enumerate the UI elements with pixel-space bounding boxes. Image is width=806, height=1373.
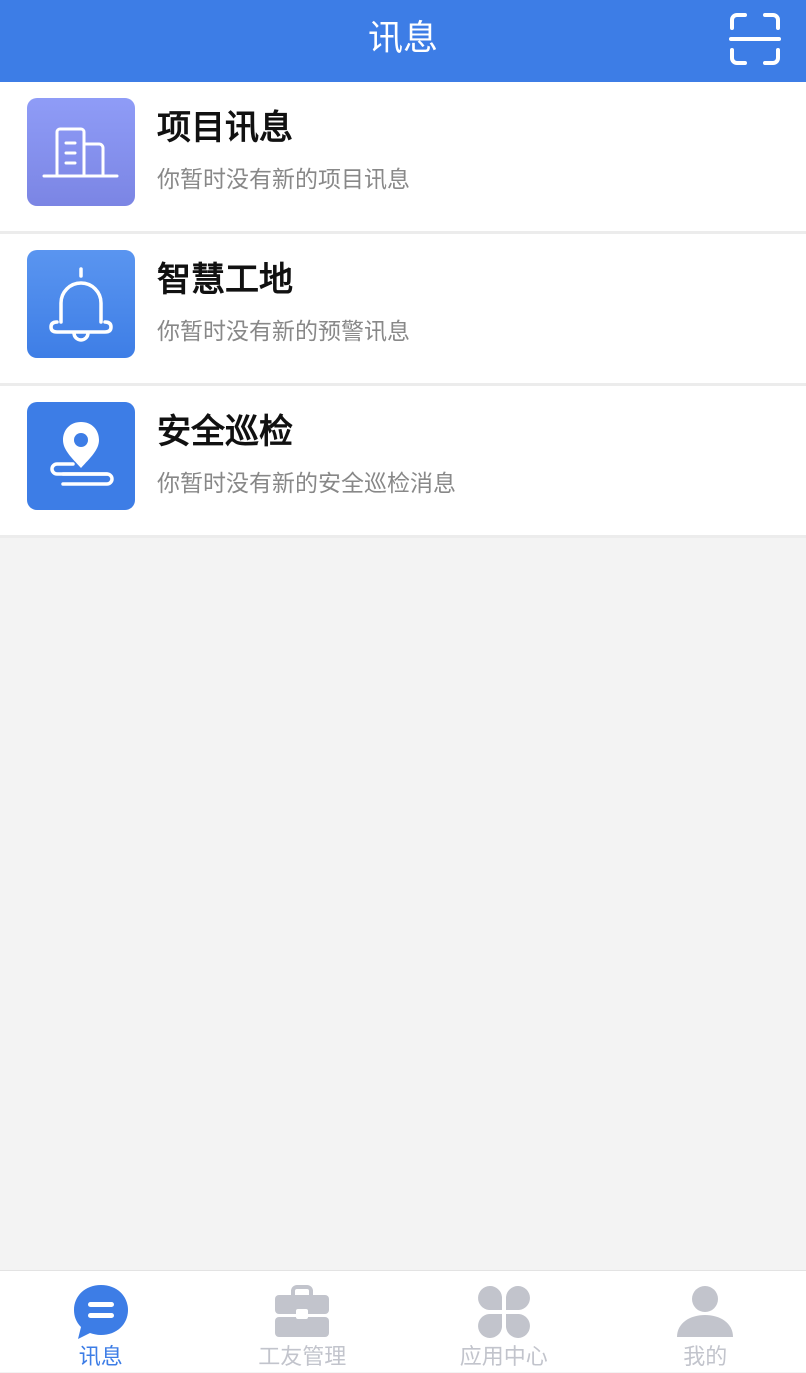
message-item-safety-patrol[interactable]: 安全巡检 你暂时没有新的安全巡检消息 xyxy=(0,386,806,538)
tab-label: 我的 xyxy=(605,1343,806,1373)
tab-profile[interactable]: 我的 xyxy=(605,1271,806,1372)
project-icon-tile xyxy=(27,98,135,206)
message-item-project[interactable]: 项目讯息 你暂时没有新的项目讯息 xyxy=(0,82,806,234)
message-description: 你暂时没有新的安全巡检消息 xyxy=(157,466,456,502)
bottom-tab-bar: 讯息 工友管理 应用中心 我的 xyxy=(0,1270,806,1372)
tab-label: 工友管理 xyxy=(202,1343,404,1373)
briefcase-icon xyxy=(273,1283,331,1341)
building-icon xyxy=(27,98,135,206)
user-icon xyxy=(676,1283,734,1341)
tab-label: 应用中心 xyxy=(403,1343,605,1373)
message-item-smart-site[interactable]: 智慧工地 你暂时没有新的预警讯息 xyxy=(0,234,806,386)
message-description: 你暂时没有新的预警讯息 xyxy=(157,314,410,350)
apps-grid-icon xyxy=(475,1283,533,1341)
tab-messages[interactable]: 讯息 xyxy=(0,1271,202,1372)
chat-icon xyxy=(72,1283,130,1341)
smart-site-icon-tile xyxy=(27,250,135,358)
tab-label: 讯息 xyxy=(0,1343,202,1373)
message-description: 你暂时没有新的项目讯息 xyxy=(157,162,410,198)
message-title: 智慧工地 xyxy=(157,258,293,302)
message-title: 项目讯息 xyxy=(157,106,293,150)
top-bar: 讯息 xyxy=(0,0,806,82)
page-title: 讯息 xyxy=(0,0,806,78)
bell-icon xyxy=(27,250,135,358)
scan-icon xyxy=(728,12,782,66)
tab-app-center[interactable]: 应用中心 xyxy=(403,1271,605,1372)
message-title: 安全巡检 xyxy=(157,410,293,454)
tab-worker-management[interactable]: 工友管理 xyxy=(202,1271,404,1372)
scan-button[interactable] xyxy=(728,12,782,66)
location-pin-icon xyxy=(27,402,135,510)
message-list: 项目讯息 你暂时没有新的项目讯息 智慧工地 你暂时没有新的预警讯息 xyxy=(0,82,806,538)
safety-patrol-icon-tile xyxy=(27,402,135,510)
